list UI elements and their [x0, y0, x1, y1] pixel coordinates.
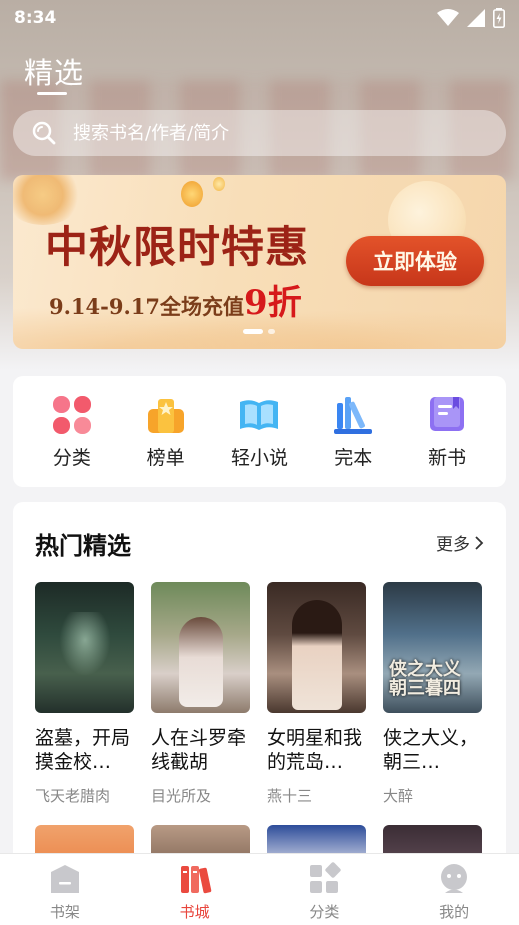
tab-profile[interactable]: 我的 [409, 862, 499, 922]
banner-subtitle-text: 9.14-9.17全场充值 [49, 294, 245, 319]
book-card[interactable]: 人在斗罗牵线截胡 目光所及 [151, 582, 250, 806]
bookshelf-icon [50, 865, 79, 893]
book-cover[interactable] [35, 582, 134, 713]
lantern-icon [181, 181, 203, 207]
chevron-right-icon [475, 535, 484, 550]
shortcut-completed[interactable]: 完本 [313, 393, 393, 470]
shortcut-label: 分类 [52, 447, 91, 469]
book-cover[interactable]: 侠之大义 朝三暮四 [383, 582, 482, 713]
battery-icon [493, 8, 505, 28]
shortcut-label: 完本 [334, 447, 373, 469]
status-icons [437, 8, 505, 28]
books-stack-icon [334, 397, 373, 434]
section-title: 热门精选 [35, 532, 131, 560]
cover-title-art: 侠之大义 朝三暮四 [389, 659, 461, 700]
shortcut-label: 新书 [428, 447, 467, 469]
tab-category[interactable]: 分类 [279, 862, 369, 922]
book-title: 盗墓，开局摸金校… [35, 727, 131, 773]
open-book-icon [240, 400, 279, 430]
tab-label: 分类 [309, 903, 340, 921]
profile-icon [441, 864, 468, 893]
status-time: 8:34 [14, 8, 57, 28]
search-input[interactable] [73, 122, 473, 144]
shortcut-label: 轻小说 [230, 447, 288, 469]
book-card[interactable]: 侠之大义 朝三暮四 侠之大义，朝三… 大醉 [383, 582, 482, 806]
new-book-icon [430, 397, 465, 431]
book-author: 目光所及 [151, 787, 212, 805]
book-author: 飞天老腊肉 [35, 787, 111, 805]
grid-petals-icon [52, 396, 91, 434]
book-card[interactable]: 盗墓，开局摸金校… 飞天老腊肉 [35, 582, 134, 806]
lantern-icon [213, 177, 225, 191]
book-title: 侠之大义，朝三… [383, 727, 479, 773]
banner-subtitle: 9.14-9.17全场充值9折 [49, 275, 302, 324]
book-title: 人在斗罗牵线截胡 [151, 727, 247, 773]
book-list: 盗墓，开局摸金校… 飞天老腊肉 人在斗罗牵线截胡 目光所及 女明星和我的荒岛… … [35, 582, 482, 806]
book-author: 大醉 [383, 787, 414, 805]
book-author: 燕十三 [267, 787, 313, 805]
shortcut-new-books[interactable]: 新书 [407, 393, 487, 470]
more-label: 更多 [436, 535, 470, 555]
banner-discount-number: 9 [244, 283, 268, 323]
banner-title: 中秋限时特惠 [45, 223, 309, 273]
wifi-icon [437, 9, 459, 26]
tab-label: 我的 [439, 903, 470, 921]
bottom-tab-bar: 书架 书城 分类 我的 [0, 853, 519, 925]
book-title: 女明星和我的荒岛… [267, 727, 363, 773]
status-bar: 8:34 [0, 0, 519, 36]
search-bar[interactable] [13, 110, 506, 156]
bookstore-icon [180, 866, 211, 894]
hot-picks-section: 热门精选 更多 盗墓，开局摸金校… 飞天老腊肉 人在斗罗牵线截胡 目光所及 女明… [13, 502, 506, 882]
book-cover[interactable] [267, 582, 366, 713]
tab-bookstore[interactable]: 书城 [150, 862, 240, 922]
shortcut-ranking[interactable]: 榜单 [126, 393, 206, 470]
tab-label: 书架 [49, 903, 80, 921]
signal-icon [467, 9, 485, 27]
shortcut-category[interactable]: 分类 [32, 393, 112, 470]
carousel-dot-active[interactable] [243, 329, 263, 334]
carousel-indicator[interactable] [243, 329, 275, 334]
search-icon [32, 121, 56, 145]
trophy-star-icon [147, 399, 184, 433]
shortcut-light-novel[interactable]: 轻小说 [219, 393, 299, 470]
shortcut-label: 榜单 [146, 447, 185, 469]
try-now-button[interactable]: 立即体验 [346, 236, 484, 286]
carousel-dot[interactable] [268, 329, 275, 334]
tab-bookshelf[interactable]: 书架 [20, 862, 110, 922]
promo-banner[interactable]: 中秋限时特惠 9.14-9.17全场充值9折 立即体验 [13, 175, 506, 349]
tab-label: 书城 [179, 903, 210, 921]
category-shortcuts: 分类 榜单 轻小说 完本 新书 [13, 376, 506, 487]
banner-discount-unit: 折 [267, 283, 302, 323]
more-link[interactable]: 更多 [436, 530, 484, 555]
title-underline [37, 92, 67, 95]
page-title[interactable]: 精选 [24, 50, 84, 92]
book-cover[interactable] [151, 582, 250, 713]
category-icon [310, 862, 342, 893]
book-card[interactable]: 女明星和我的荒岛… 燕十三 [267, 582, 366, 806]
